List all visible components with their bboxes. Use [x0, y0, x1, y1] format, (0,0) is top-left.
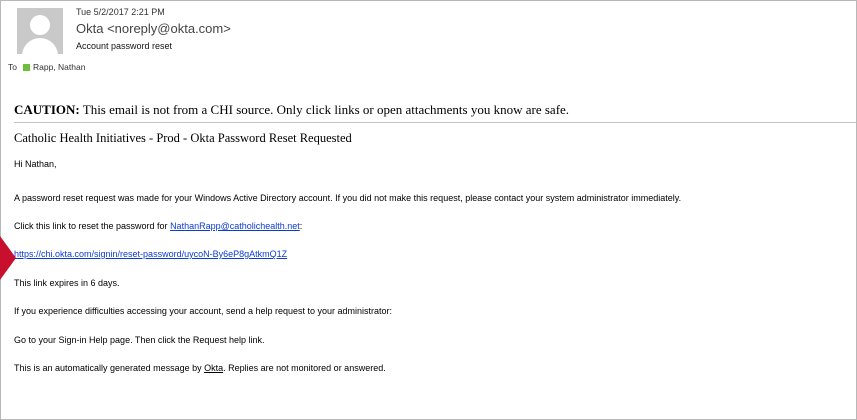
expiry-note: This link expires in 6 days.	[14, 278, 120, 288]
sender-avatar[interactable]	[17, 8, 63, 54]
sender[interactable]: Okta <noreply@okta.com>	[76, 21, 231, 36]
caution-text: This email is not from a CHI source. Onl…	[79, 102, 570, 117]
caution-label: CAUTION:	[14, 102, 80, 117]
reset-password-link[interactable]: https://chi.okta.com/signin/reset-passwo…	[14, 249, 287, 259]
presence-available-icon	[22, 63, 30, 71]
difficulties-paragraph: If you experience difficulties accessing…	[14, 306, 393, 316]
pointer-arrow-icon	[0, 236, 16, 280]
reset-link-row: https://chi.okta.com/signin/reset-passwo…	[14, 249, 287, 259]
auto-prefix: This is an automatically generated messa…	[14, 363, 205, 373]
avatar-head-shape	[30, 15, 50, 35]
email-reading-pane: Tue 5/2/2017 2:21 PM Okta <noreply@okta.…	[0, 0, 857, 420]
click-instruction: Click this link to reset the password fo…	[14, 221, 302, 231]
request-paragraph: A password reset request was made for yo…	[14, 193, 682, 203]
to-label: To	[8, 62, 17, 72]
email-subject: Account password reset	[76, 41, 173, 51]
email-address-link[interactable]: NathanRapp@catholichealth.net	[170, 221, 300, 231]
message-title: Catholic Health Initiatives - Prod - Okt…	[14, 131, 352, 145]
click-prefix: Click this link to reset the password fo…	[14, 221, 171, 231]
sent-date: Tue 5/2/2017 2:21 PM	[76, 7, 165, 17]
auto-suffix: . Replies are not monitored or answered.	[223, 363, 386, 373]
signin-help-paragraph: Go to your Sign-in Help page. Then click…	[14, 335, 265, 345]
okta-link[interactable]: Okta	[204, 363, 223, 373]
divider	[14, 122, 856, 123]
recipient-row: To Rapp, Nathan	[8, 62, 85, 72]
auto-generated-note: This is an automatically generated messa…	[14, 363, 386, 373]
recipient-name[interactable]: Rapp, Nathan	[33, 62, 85, 72]
click-suffix: :	[299, 221, 303, 231]
avatar-shoulders-shape	[22, 38, 58, 54]
caution-banner: CAUTION: This email is not from a CHI so…	[14, 102, 569, 118]
greeting: Hi Nathan,	[14, 159, 57, 169]
